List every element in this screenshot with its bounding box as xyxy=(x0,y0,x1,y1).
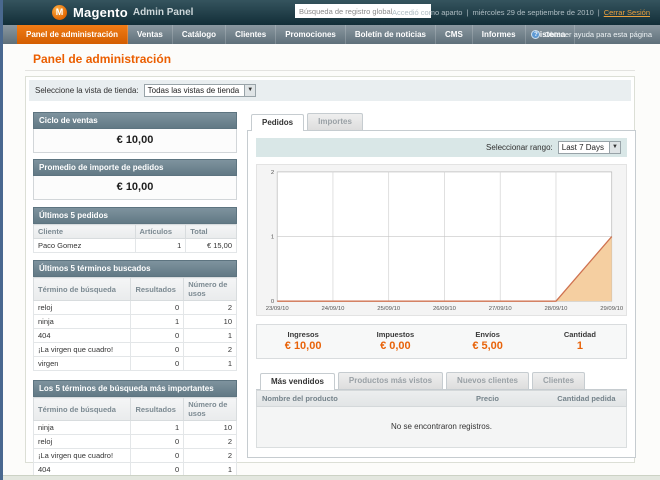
svg-text:1: 1 xyxy=(271,235,274,241)
store-view-select[interactable]: Todas las vistas de tienda ▼ xyxy=(143,84,257,97)
lifetime-sales-value: € 10,00 xyxy=(33,129,237,153)
range-label: Seleccionar rango: xyxy=(486,143,553,152)
products-grid-header: Nombre del producto Precio Cantidad pedi… xyxy=(256,390,627,407)
logout-link[interactable]: Cerrar Sesión xyxy=(604,8,650,17)
table-row[interactable]: ¡La virgen que cuadro! 0 2 xyxy=(32,448,237,463)
nav-item-promociones[interactable]: Promociones xyxy=(276,25,346,44)
brand-title: Magento xyxy=(73,5,128,20)
dropdown-arrow-icon: ▼ xyxy=(609,142,620,153)
table-row[interactable]: 404 0 1 xyxy=(32,328,237,343)
total-envios: Envíos € 5,00 xyxy=(472,330,503,352)
average-orders-widget: Promedio de importe de pedidos € 10,00 xyxy=(33,159,237,200)
diagram-panel: Seleccionar rango: Last 7 Days ▼ 0 1 2 23/0… xyxy=(247,131,636,458)
dropdown-arrow-icon: ▼ xyxy=(244,85,256,96)
nav-item-clientes[interactable]: Clientes xyxy=(226,25,277,44)
nav-item-informes[interactable]: Informes xyxy=(473,25,526,44)
svg-text:23/09/10: 23/09/10 xyxy=(266,306,290,312)
top-search-terms-widget: Los 5 términos de búsqueda más important… xyxy=(32,380,237,480)
nav-item-dashboard[interactable]: Panel de administración xyxy=(17,25,129,44)
table-row[interactable]: virgen 0 1 xyxy=(32,356,237,371)
admin-header: M Magento Admin Panel Accedió como apart… xyxy=(0,0,660,25)
table-row[interactable]: reloj 0 2 xyxy=(32,300,237,315)
widget-title: Últimos 5 pedidos xyxy=(33,207,237,224)
help-link[interactable]: ? Obtener ayuda para esta página xyxy=(531,25,652,44)
tab-nuevos-clientes[interactable]: Nuevos clientes xyxy=(446,372,529,389)
widget-title: Los 5 términos de búsqueda más important… xyxy=(33,380,237,397)
last-orders-table: Cliente Artículos Total Paco Gomez 1 € 1… xyxy=(33,224,237,253)
range-select[interactable]: Last 7 Days ▼ xyxy=(557,141,621,154)
svg-text:28/09/10: 28/09/10 xyxy=(544,306,568,312)
tab-pedidos[interactable]: Pedidos xyxy=(251,114,305,131)
svg-text:24/09/10: 24/09/10 xyxy=(321,306,345,312)
window-edge xyxy=(0,0,3,480)
grid-tabs: Más vendidos Productos más vistos Nuevos… xyxy=(256,372,627,390)
tab-clientes[interactable]: Clientes xyxy=(531,372,586,389)
svg-text:0: 0 xyxy=(271,299,275,305)
dashboard-sidebar: Ciclo de ventas € 10,00 Promedio de impo… xyxy=(32,112,237,480)
svg-text:27/09/10: 27/09/10 xyxy=(489,306,513,312)
table-row[interactable]: Paco Gomez 1 € 15,00 xyxy=(33,238,237,253)
table-row[interactable]: reloj 0 2 xyxy=(32,434,237,449)
table-row[interactable]: ninja 1 10 xyxy=(32,314,237,329)
widget-title: Promedio de importe de pedidos xyxy=(33,159,237,176)
diagram-tabs: Pedidos Importes xyxy=(247,113,636,131)
current-date: miércoles 29 de septiembre de 2010 xyxy=(472,8,594,17)
lifetime-sales-widget: Ciclo de ventas € 10,00 xyxy=(33,112,237,153)
top-search-terms-table: Término de búsqueda Resultados Número de… xyxy=(32,397,237,480)
tab-productos-mas-vistos[interactable]: Productos más vistos xyxy=(337,372,444,389)
orders-chart: 0 1 2 23/09/10 24/09/10 25/09/10 26/09/10 27/09… xyxy=(256,164,627,316)
tab-importes[interactable]: Importes xyxy=(307,113,363,130)
logged-in-as: Accedió como aparto xyxy=(392,8,463,17)
store-view-label: Seleccione la vista de tienda: xyxy=(35,86,139,95)
store-view-bar: Seleccione la vista de tienda: Todas las… xyxy=(29,80,631,101)
main-nav: Panel de administración Ventas Catálogo … xyxy=(0,25,660,44)
title-divider xyxy=(25,70,635,71)
widget-title: Ciclo de ventas xyxy=(33,112,237,129)
svg-text:2: 2 xyxy=(271,170,274,176)
dashboard-main: Pedidos Importes Seleccionar rango: Last… xyxy=(247,113,636,458)
nav-item-catalogo[interactable]: Catálogo xyxy=(173,25,227,44)
svg-text:29/09/10: 29/09/10 xyxy=(600,306,624,312)
widget-title: Últimos 5 términos buscados xyxy=(33,260,237,277)
svg-text:25/09/10: 25/09/10 xyxy=(377,306,401,312)
header-separator: | xyxy=(466,8,469,17)
header-separator: | xyxy=(597,8,600,17)
brand-subtitle: Admin Panel xyxy=(132,7,194,18)
range-bar: Seleccionar rango: Last 7 Days ▼ xyxy=(256,138,627,157)
nav-item-cms[interactable]: CMS xyxy=(436,25,473,44)
help-icon: ? xyxy=(531,30,541,39)
total-cantidad: Cantidad 1 xyxy=(563,330,596,352)
products-grid-empty: No se encontraron registros. xyxy=(256,407,627,448)
last-search-terms-widget: Últimos 5 términos buscados Término de b… xyxy=(32,260,237,371)
total-impuestos: Impuestos € 0,00 xyxy=(376,330,415,352)
orders-chart-svg: 0 1 2 23/09/10 24/09/10 25/09/10 26/09/10 27/09… xyxy=(256,164,627,316)
nav-item-ventas[interactable]: Ventas xyxy=(128,25,173,44)
svg-text:26/09/10: 26/09/10 xyxy=(433,306,457,312)
tab-mas-vendidos[interactable]: Más vendidos xyxy=(260,373,335,390)
page-title: Panel de administración xyxy=(33,52,172,66)
total-ingresos: Ingresos € 10,00 xyxy=(284,330,322,352)
average-orders-value: € 10,00 xyxy=(33,176,237,200)
page-footer xyxy=(0,475,660,480)
help-label: Obtener ayuda para esta página xyxy=(544,30,652,39)
table-row[interactable]: ¡La virgen que cuadro! 0 2 xyxy=(32,342,237,357)
magento-logo-icon: M xyxy=(52,5,67,20)
totals-bar: Ingresos € 10,00 Impuestos € 0,00 Envíos… xyxy=(256,324,627,359)
last-search-terms-table: Término de búsqueda Resultados Número de… xyxy=(32,277,237,371)
table-row[interactable]: ninja 1 10 xyxy=(32,420,237,435)
last-orders-widget: Últimos 5 pedidos Cliente Artículos Tota… xyxy=(33,207,237,253)
nav-item-boletin[interactable]: Boletín de noticias xyxy=(346,25,436,44)
